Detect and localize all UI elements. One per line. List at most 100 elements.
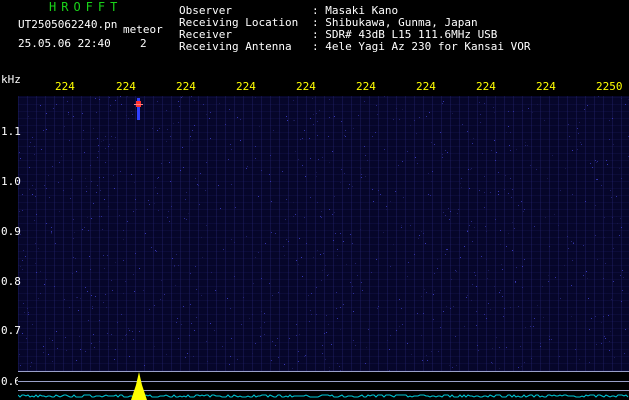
noise-speckle: [533, 326, 534, 327]
noise-speckle: [199, 204, 200, 205]
noise-speckle: [423, 313, 424, 314]
noise-speckle: [121, 104, 122, 105]
noise-speckle: [504, 189, 505, 190]
noise-speckle: [316, 314, 317, 315]
noise-speckle: [73, 238, 74, 239]
noise-speckle: [484, 207, 485, 208]
noise-speckle: [458, 209, 459, 210]
noise-speckle: [450, 308, 451, 309]
noise-speckle: [293, 100, 294, 101]
noise-speckle: [584, 109, 585, 110]
noise-speckle: [543, 317, 544, 318]
noise-speckle: [442, 103, 443, 104]
noise-speckle: [273, 130, 274, 131]
noise-speckle: [482, 153, 483, 154]
noise-speckle: [20, 365, 21, 366]
noise-speckle: [428, 173, 429, 174]
noise-speckle: [419, 117, 420, 118]
noise-speckle: [185, 199, 186, 200]
noise-speckle: [70, 153, 71, 154]
noise-speckle: [321, 211, 322, 212]
noise-speckle: [355, 263, 356, 264]
noise-speckle: [508, 126, 509, 127]
noise-speckle: [603, 278, 604, 279]
noise-speckle: [61, 156, 62, 157]
noise-speckle: [549, 246, 550, 247]
noise-speckle: [231, 184, 232, 185]
noise-speckle: [488, 303, 489, 304]
noise-speckle: [103, 177, 104, 178]
noise-speckle: [524, 209, 525, 210]
noise-speckle: [587, 278, 588, 279]
noise-speckle: [622, 290, 623, 291]
noise-speckle: [210, 323, 211, 324]
noise-speckle: [331, 344, 332, 345]
noise-speckle: [350, 282, 351, 283]
noise-speckle: [19, 354, 20, 355]
noise-speckle: [494, 112, 495, 113]
noise-speckle: [48, 354, 49, 355]
noise-speckle: [597, 161, 598, 162]
noise-speckle: [350, 234, 351, 235]
noise-speckle: [502, 296, 503, 297]
noise-speckle: [306, 243, 307, 244]
noise-speckle: [174, 265, 175, 266]
noise-speckle: [235, 207, 236, 208]
noise-speckle: [500, 230, 501, 231]
noise-speckle: [518, 367, 519, 368]
noise-speckle: [329, 209, 330, 210]
noise-speckle: [386, 206, 387, 207]
noise-speckle: [621, 227, 622, 228]
noise-speckle: [407, 151, 408, 152]
noise-speckle: [522, 110, 523, 111]
noise-speckle: [601, 343, 602, 344]
noise-speckle: [585, 201, 586, 202]
noise-speckle: [29, 189, 30, 190]
noise-speckle: [93, 203, 94, 204]
noise-speckle: [260, 336, 261, 337]
noise-speckle: [264, 334, 265, 335]
noise-speckle: [320, 216, 321, 217]
noise-speckle: [73, 219, 74, 220]
noise-speckle: [269, 283, 270, 284]
noise-speckle: [227, 298, 228, 299]
noise-speckle: [278, 292, 279, 293]
noise-speckle: [571, 316, 572, 317]
noise-speckle: [31, 362, 32, 363]
noise-speckle: [299, 334, 300, 335]
noise-speckle: [422, 360, 423, 361]
noise-speckle: [443, 101, 444, 102]
spectrum-line: [18, 394, 629, 398]
noise-speckle: [624, 353, 625, 354]
noise-speckle: [86, 186, 87, 187]
noise-speckle: [605, 263, 606, 264]
noise-speckle: [72, 273, 73, 274]
noise-speckle: [488, 270, 489, 271]
x-tick-label: 224: [356, 80, 376, 93]
noise-speckle: [389, 349, 390, 350]
noise-speckle: [583, 275, 584, 276]
noise-speckle: [278, 357, 279, 358]
noise-speckle: [190, 304, 191, 305]
noise-speckle: [421, 335, 422, 336]
noise-speckle: [195, 266, 196, 267]
noise-speckle: [616, 196, 617, 197]
noise-speckle: [499, 347, 500, 348]
noise-speckle: [284, 364, 285, 365]
noise-speckle: [342, 353, 343, 354]
y-tick-label: 0.9: [1, 225, 21, 238]
noise-speckle: [75, 258, 76, 259]
noise-speckle: [501, 264, 502, 265]
noise-speckle: [524, 362, 525, 363]
noise-speckle: [555, 277, 556, 278]
noise-speckle: [261, 278, 262, 279]
noise-speckle: [451, 279, 452, 280]
noise-speckle: [32, 194, 33, 195]
noise-speckle: [340, 182, 341, 183]
noise-speckle: [46, 188, 47, 189]
noise-speckle: [272, 295, 273, 296]
noise-speckle: [76, 271, 77, 272]
noise-speckle: [38, 248, 39, 249]
noise-speckle: [180, 170, 181, 171]
noise-speckle: [186, 219, 187, 220]
